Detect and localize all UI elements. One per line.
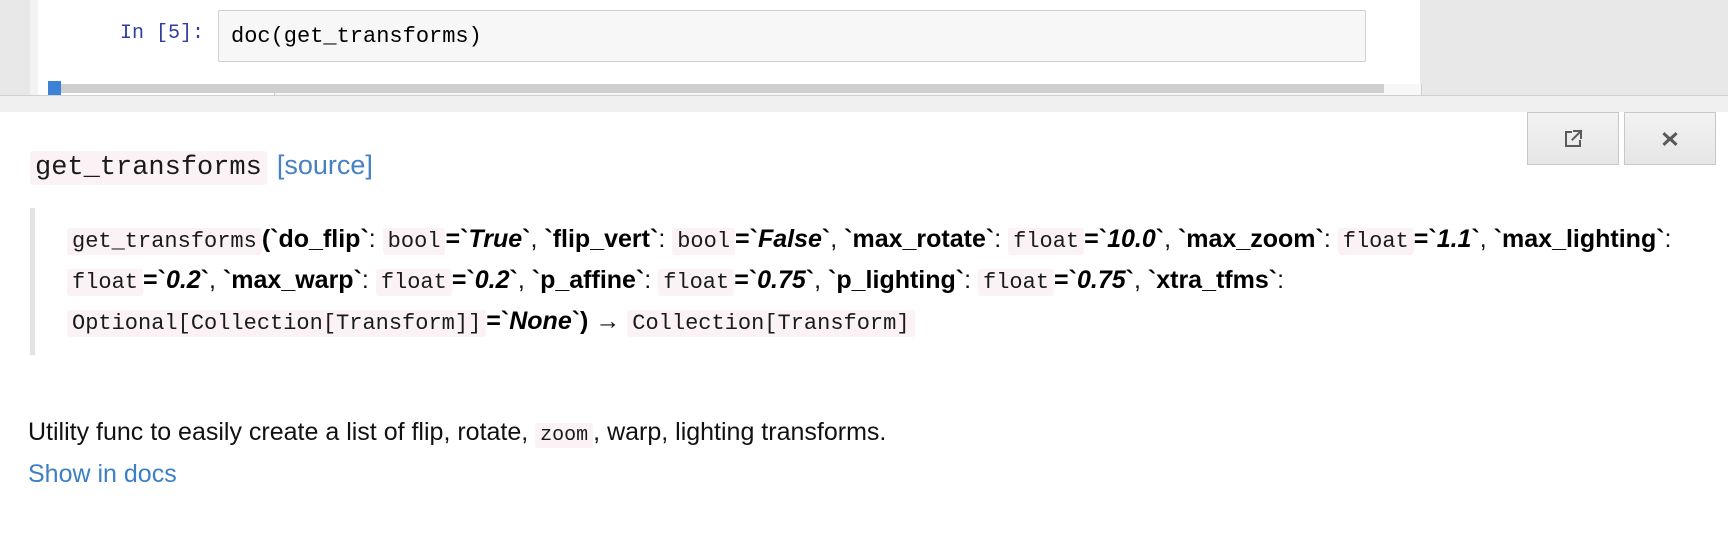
doc-title-row: get_transforms [source] <box>30 150 373 185</box>
param-value-p-lighting: 0.75 <box>1076 266 1126 294</box>
desc-before: Utility func to easily create a list of … <box>28 418 536 446</box>
param-type-xtra-tfms: Optional[Collection[Transform]] <box>67 310 487 337</box>
param-name-flip-vert: flip_vert <box>552 225 650 253</box>
notebook-region: In [5]: doc(get_transforms) <box>0 0 1728 95</box>
documentation-panel: get_transforms [source] get_transforms (`… <box>0 112 1728 548</box>
param-name-do-flip: do_flip <box>278 225 361 253</box>
sep-6: , <box>814 266 822 294</box>
browser-left-chrome <box>0 0 30 95</box>
external-link-icon <box>1562 128 1584 150</box>
sep-7: , <box>1133 266 1141 294</box>
notebook-paper: In [5]: doc(get_transforms) <box>38 0 1422 95</box>
param-name-p-affine: p_affine <box>540 266 636 294</box>
source-link[interactable]: [source] <box>277 150 373 181</box>
eq-4: = <box>143 266 158 294</box>
eq-8: = <box>486 307 501 335</box>
function-signature-block: get_transforms (`do_flip`: bool =`True`, `… <box>30 208 1690 355</box>
param-type-max-lighting: float <box>67 269 144 296</box>
eq-7: = <box>1054 266 1069 294</box>
return-arrow-icon: → <box>595 307 621 335</box>
doc-description: Utility func to easily create a list of … <box>28 418 1688 448</box>
sep-4: , <box>209 266 216 294</box>
eq-2: = <box>1084 225 1099 253</box>
app-root: In [5]: doc(get_transforms) get_transfor… <box>0 0 1728 548</box>
signature-func-name: get_transforms <box>67 228 262 255</box>
eq-3: = <box>1413 225 1429 253</box>
param-value-flip-vert: False <box>757 225 822 253</box>
show-in-docs-link[interactable]: Show in docs <box>28 460 177 489</box>
sep-3: , <box>1479 225 1487 253</box>
param-name-max-lighting: max_lighting <box>1502 225 1657 253</box>
open-in-new-window-button[interactable] <box>1527 112 1619 165</box>
horizontal-scrollbar[interactable] <box>50 84 1384 93</box>
eq-0: = <box>445 225 461 253</box>
close-panel-button[interactable] <box>1624 112 1716 165</box>
doc-title: get_transforms <box>30 151 267 185</box>
param-value-max-warp: 0.2 <box>474 266 510 294</box>
panel-button-group <box>1522 112 1716 165</box>
cell-code-text: doc(get_transforms) <box>231 23 482 49</box>
sep-2: , <box>1164 225 1172 253</box>
param-value-do-flip: True <box>468 225 523 253</box>
browser-right-chrome <box>1420 0 1728 95</box>
eq-1: = <box>735 225 750 253</box>
param-type-max-warp: float <box>375 269 452 296</box>
param-name-max-warp: max_warp <box>231 266 354 294</box>
signature-text: get_transforms (`do_flip`: bool =`True`, `… <box>67 220 1690 343</box>
scrollbar-thumb[interactable] <box>48 81 61 95</box>
param-value-xtra-tfms: None <box>509 307 572 335</box>
param-name-max-rotate: max_rotate <box>852 225 986 253</box>
desc-code-zoom: zoom <box>535 423 594 448</box>
desc-after: , warp, lighting transforms. <box>593 418 887 446</box>
sep-5: , <box>517 266 525 294</box>
signature-open-paren: ( <box>261 225 271 253</box>
param-value-max-rotate: 10.0 <box>1107 225 1156 253</box>
signature-close-paren: ) <box>580 307 589 335</box>
param-name-max-zoom: max_zoom <box>1186 225 1316 253</box>
param-name-p-lighting: p_lighting <box>836 266 956 294</box>
cell-prompt-label: In [5]: <box>119 22 204 45</box>
param-name-xtra-tfms: xtra_tfms <box>1156 266 1269 294</box>
param-type-flip-vert: bool <box>672 228 736 255</box>
param-value-p-affine: 0.75 <box>757 266 806 294</box>
sep-0: , <box>530 225 538 253</box>
param-value-max-zoom: 1.1 <box>1436 225 1472 253</box>
param-type-max-rotate: float <box>1008 228 1085 255</box>
eq-6: = <box>734 266 749 294</box>
eq-5: = <box>451 266 467 294</box>
notebook-cell[interactable]: In [5]: doc(get_transforms) <box>38 0 1420 78</box>
sep-1: , <box>830 225 838 253</box>
param-type-do-flip: bool <box>382 228 446 255</box>
param-type-p-lighting: float <box>978 269 1055 296</box>
param-type-p-affine: float <box>658 269 735 296</box>
param-value-max-lighting: 0.2 <box>165 266 201 294</box>
param-type-max-zoom: float <box>1337 228 1414 255</box>
cell-input-box[interactable]: doc(get_transforms) <box>218 10 1366 62</box>
close-icon <box>1659 128 1681 150</box>
signature-return-type: Collection[Transform] <box>627 310 915 337</box>
